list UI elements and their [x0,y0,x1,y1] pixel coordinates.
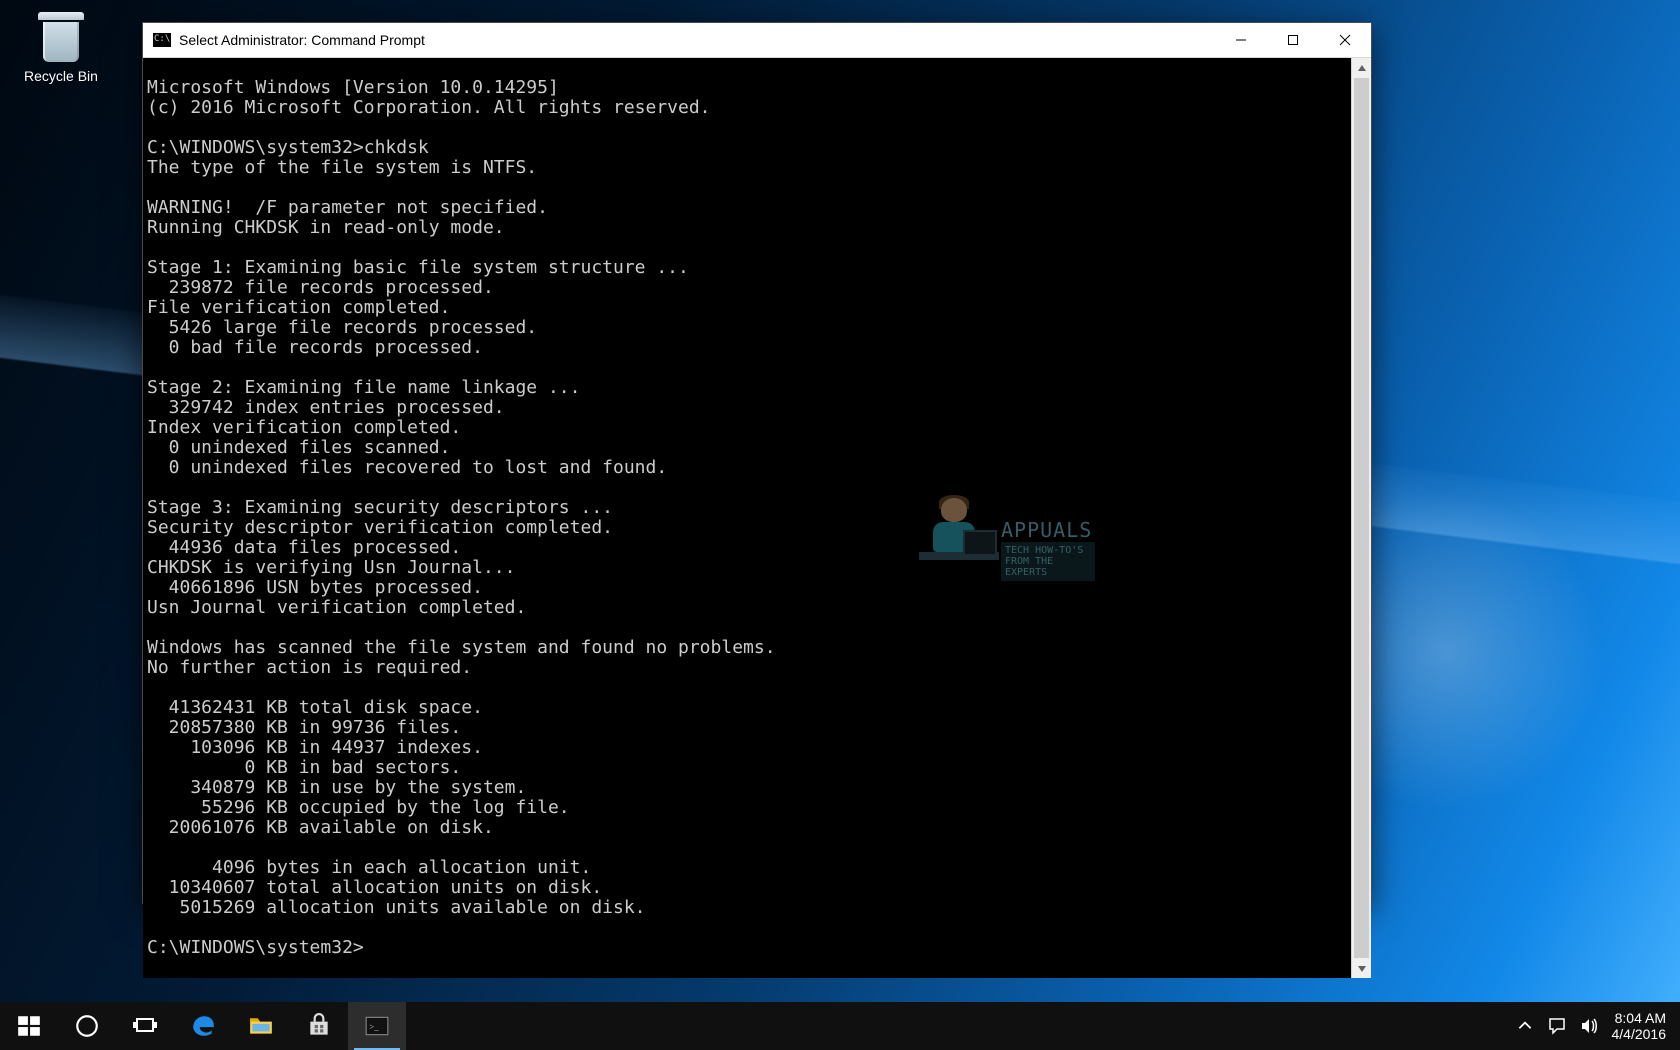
task-view-icon [132,1013,158,1039]
taskbar[interactable]: >_ 8:04 AM 4/4/2016 [0,1002,1680,1050]
system-tray[interactable]: 8:04 AM 4/4/2016 [1502,1002,1680,1050]
volume-icon[interactable] [1580,1017,1598,1035]
file-explorer-button[interactable] [232,1002,290,1050]
cortana-button[interactable] [58,1002,116,1050]
store-icon [306,1013,332,1039]
terminal-client-area[interactable]: Microsoft Windows [Version 10.0.14295] (… [143,58,1371,978]
svg-text:>_: >_ [369,1021,379,1031]
desktop[interactable]: Recycle Bin Select Administrator: Comman… [0,0,1680,1050]
desktop-icon-recycle-bin[interactable]: Recycle Bin [18,10,104,84]
edge-button[interactable] [174,1002,232,1050]
scroll-up-arrow-icon[interactable] [1352,58,1371,77]
circle-icon [74,1013,100,1039]
tray-overflow-chevron-icon[interactable] [1516,1017,1534,1035]
scroll-down-arrow-icon[interactable] [1352,959,1371,978]
start-button[interactable] [0,1002,58,1050]
windows-logo-icon [16,1013,42,1039]
titlebar[interactable]: Select Administrator: Command Prompt [143,23,1371,58]
desktop-icon-label: Recycle Bin [18,68,104,84]
store-button[interactable] [290,1002,348,1050]
folder-icon [248,1013,274,1039]
recycle-bin-icon [34,10,88,64]
command-prompt-window[interactable]: Select Administrator: Command Prompt Mic… [142,22,1372,904]
cmd-app-icon [153,33,171,47]
window-title: Select Administrator: Command Prompt [179,32,425,48]
action-center-icon[interactable] [1548,1017,1566,1035]
vertical-scrollbar[interactable] [1351,58,1371,978]
terminal-output: Microsoft Windows [Version 10.0.14295] (… [143,76,1351,960]
tray-date: 4/4/2016 [1612,1026,1667,1042]
scrollbar-thumb[interactable] [1354,78,1369,958]
command-prompt-taskbar-button[interactable]: >_ [348,1002,406,1050]
maximize-button[interactable] [1267,23,1319,57]
task-view-button[interactable] [116,1002,174,1050]
taskbar-clock[interactable]: 8:04 AM 4/4/2016 [1612,1010,1667,1042]
tray-time: 8:04 AM [1612,1010,1667,1026]
edge-icon [190,1013,216,1039]
close-button[interactable] [1319,23,1371,57]
terminal-icon: >_ [364,1013,390,1039]
minimize-button[interactable] [1215,23,1267,57]
